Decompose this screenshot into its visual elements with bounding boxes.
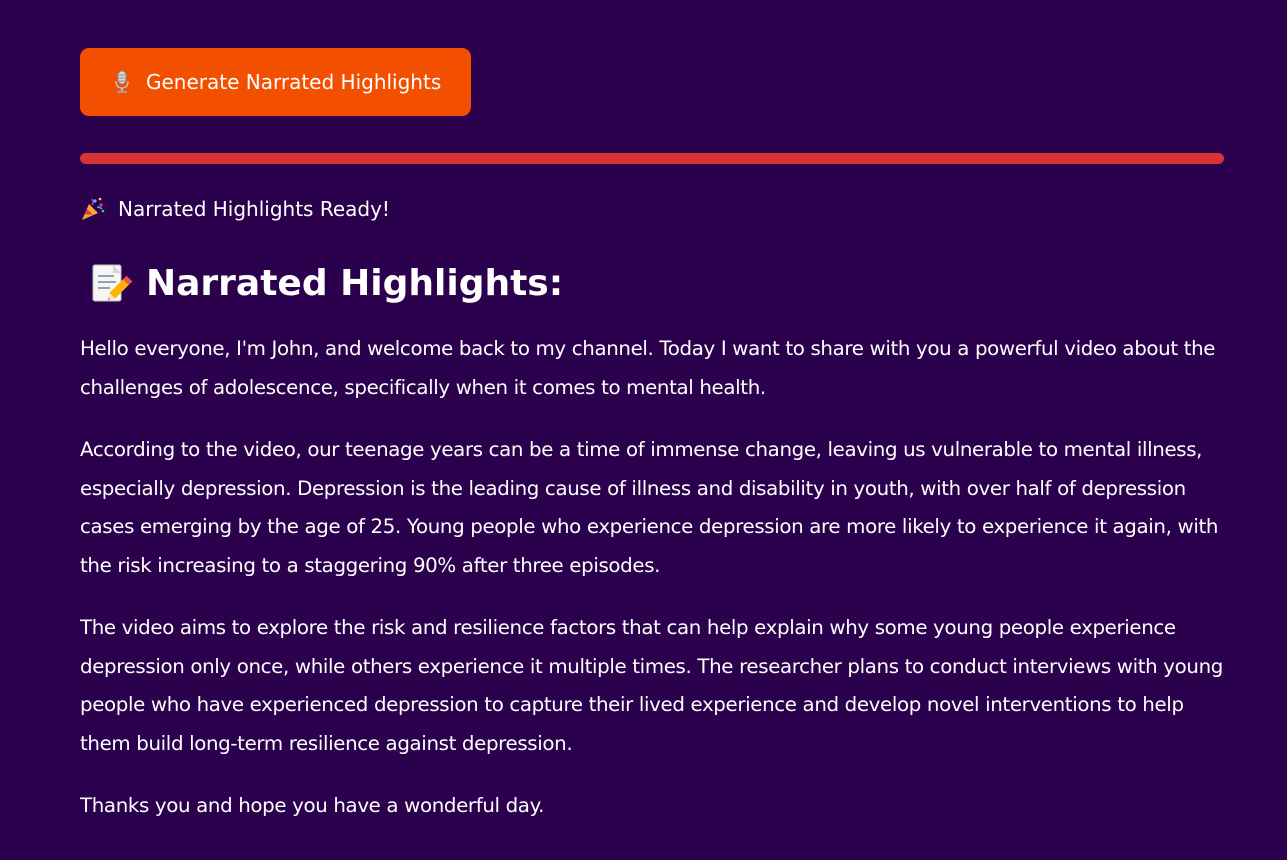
highlight-paragraph: According to the video, our teenage year… (80, 438, 1219, 577)
party-popper-icon (80, 196, 106, 222)
generate-narrated-highlights-button[interactable]: Generate Narrated Highlights (80, 48, 472, 116)
progress-bar-fill (80, 153, 1224, 164)
highlight-paragraph: Thanks you and hope you have a wonderful… (80, 794, 545, 817)
generate-button-label: Generate Narrated Highlights (146, 70, 442, 94)
status-message: Narrated Highlights Ready! (80, 196, 1224, 222)
status-text: Narrated Highlights Ready! (118, 197, 390, 221)
memo-pencil-icon (88, 262, 133, 306)
section-heading: Narrated Highlights: (80, 262, 1224, 306)
highlight-paragraph: The video aims to explore the risk and r… (80, 616, 1223, 755)
section-title: Narrated Highlights: (146, 263, 564, 304)
main-content: Generate Narrated Highlights Narrated Hi… (80, 0, 1224, 826)
progress-bar (80, 153, 1224, 164)
microphone-icon (114, 70, 130, 94)
highlight-paragraph: Hello everyone, I'm John, and welcome ba… (80, 337, 1216, 399)
